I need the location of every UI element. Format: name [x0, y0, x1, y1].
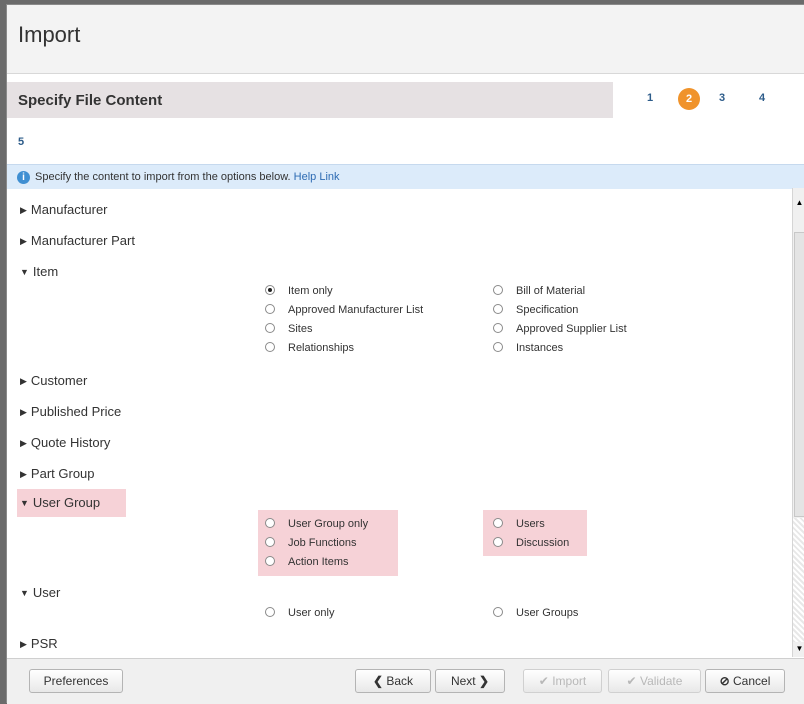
row-user[interactable]: ▼ User [20, 585, 60, 600]
info-text: Specify the content to import from the o… [35, 171, 340, 183]
cancel-icon: ⊘ [719, 674, 730, 688]
radio-icon [493, 304, 503, 314]
wizard-steps: 1 2 3 4 [613, 82, 804, 118]
checkmark-icon: ✔ [626, 674, 637, 688]
expand-icon: ▶ [20, 236, 27, 246]
back-button[interactable]: ❮ Back [355, 669, 431, 693]
dialog-footer: Preferences ❮ Back Next ❯ ✔ Import ✔ Val… [7, 658, 804, 704]
row-customer[interactable]: ▶ Customer [20, 373, 87, 388]
step-4[interactable]: 4 [759, 92, 765, 104]
radio-bill-of-material[interactable]: Bill of Material [493, 283, 585, 299]
expand-icon: ▶ [20, 639, 27, 649]
step-3[interactable]: 3 [719, 92, 725, 104]
info-bar: i Specify the content to import from the… [7, 164, 804, 189]
step-5[interactable]: 5 [18, 136, 24, 148]
row-part-group[interactable]: ▶ Part Group [20, 466, 95, 481]
collapse-icon: ▼ [20, 267, 29, 277]
radio-selected-icon [265, 285, 275, 295]
expand-icon: ▶ [20, 205, 27, 215]
vertical-scrollbar[interactable]: ▲ ▼ [792, 188, 804, 657]
expand-icon: ▶ [20, 469, 27, 479]
radio-specification[interactable]: Specification [493, 302, 578, 318]
radio-instances[interactable]: Instances [493, 340, 563, 356]
import-dialog: Import Specify File Content 1 2 3 4 5 i … [6, 4, 804, 704]
row-manufacturer-part[interactable]: ▶ Manufacturer Part [20, 233, 135, 248]
radio-icon [493, 537, 503, 547]
scroll-down-icon[interactable]: ▼ [793, 642, 804, 656]
scroll-up-icon[interactable]: ▲ [793, 196, 804, 210]
row-published-price[interactable]: ▶ Published Price [20, 404, 121, 419]
row-manufacturer[interactable]: ▶ Manufacturer [20, 202, 108, 217]
radio-job-functions[interactable]: Job Functions [265, 535, 356, 551]
collapse-icon: ▼ [20, 588, 29, 598]
radio-user-only[interactable]: User only [265, 605, 334, 621]
radio-sites[interactable]: Sites [265, 321, 312, 337]
radio-user-groups[interactable]: User Groups [493, 605, 578, 621]
row-quote-history[interactable]: ▶ Quote History [20, 435, 110, 450]
radio-icon [265, 556, 275, 566]
preferences-button[interactable]: Preferences [29, 669, 123, 693]
row-user-group[interactable]: ▼ User Group [20, 495, 100, 510]
checkmark-icon: ✔ [538, 674, 549, 688]
radio-icon [265, 518, 275, 528]
radio-approved-supplier-list[interactable]: Approved Supplier List [493, 321, 627, 337]
chevron-right-icon: ❯ [478, 674, 490, 688]
scroll-track[interactable] [793, 518, 804, 642]
help-link[interactable]: Help Link [294, 171, 340, 183]
radio-user-group-only[interactable]: User Group only [265, 516, 368, 532]
section-title: Specify File Content [18, 92, 163, 109]
radio-icon [493, 285, 503, 295]
chevron-left-icon: ❮ [372, 674, 384, 688]
radio-item-only[interactable]: Item only [265, 283, 333, 299]
expand-icon: ▶ [20, 407, 27, 417]
radio-users[interactable]: Users [493, 516, 545, 532]
expand-icon: ▶ [20, 376, 27, 386]
scroll-thumb[interactable] [794, 232, 804, 517]
radio-icon [493, 342, 503, 352]
dialog-title: Import [18, 22, 81, 47]
section-header: Specify File Content [7, 82, 613, 118]
cancel-button[interactable]: ⊘ Cancel [705, 669, 785, 693]
radio-action-items[interactable]: Action Items [265, 554, 349, 570]
next-button[interactable]: Next ❯ [435, 669, 505, 693]
radio-discussion[interactable]: Discussion [493, 535, 569, 551]
row-item[interactable]: ▼ Item [20, 264, 58, 279]
radio-icon [265, 304, 275, 314]
radio-icon [265, 537, 275, 547]
row-psr[interactable]: ▶ PSR [20, 636, 58, 651]
radio-icon [265, 323, 275, 333]
info-icon: i [17, 171, 30, 184]
radio-relationships[interactable]: Relationships [265, 340, 354, 356]
radio-icon [265, 607, 275, 617]
step-1[interactable]: 1 [647, 92, 653, 104]
radio-icon [493, 607, 503, 617]
validate-button[interactable]: ✔ Validate [608, 669, 701, 693]
expand-icon: ▶ [20, 438, 27, 448]
radio-icon [493, 518, 503, 528]
content-list: ▶ Manufacturer ▶ Manufacturer Part ▼ Item I… [7, 188, 791, 657]
radio-icon [265, 342, 275, 352]
radio-approved-manufacturer-list[interactable]: Approved Manufacturer List [265, 302, 423, 318]
collapse-icon: ▼ [20, 498, 29, 508]
radio-icon [493, 323, 503, 333]
title-bar: Import [7, 5, 804, 74]
step-2-current: 2 [678, 88, 700, 110]
import-button[interactable]: ✔ Import [523, 669, 602, 693]
